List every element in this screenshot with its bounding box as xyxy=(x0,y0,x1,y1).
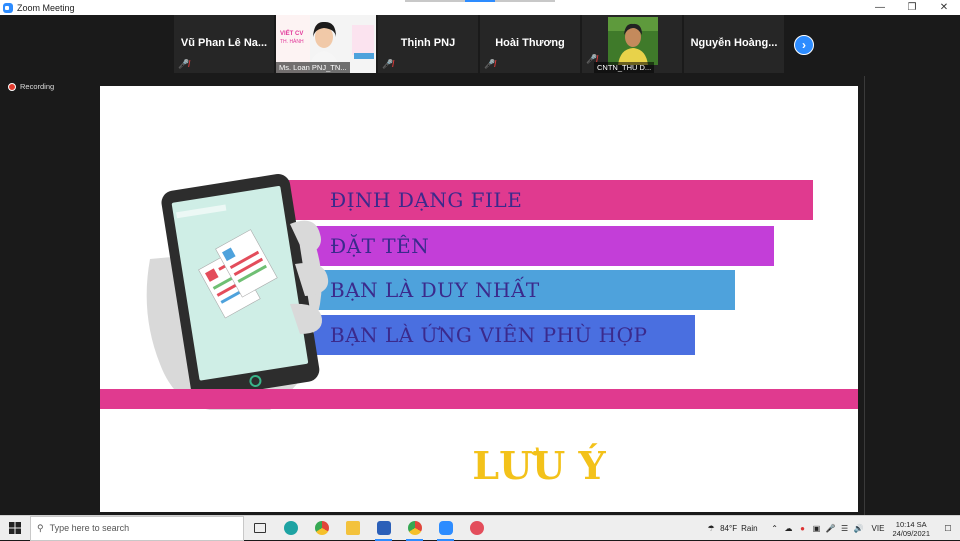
slide-bar-text: ĐỊNH DẠNG FILE xyxy=(330,188,523,212)
weather-icon: ☂ xyxy=(707,524,715,533)
paint-icon[interactable] xyxy=(461,516,492,541)
close-button[interactable]: ✕ xyxy=(928,0,960,15)
participant-name: Vũ Phan Lê Na... xyxy=(180,37,268,49)
participant-tile[interactable]: VIẾT CV TH. HÀNH Ms. Loan PNJ_TN... xyxy=(276,15,376,73)
zoom-logo-icon xyxy=(3,2,13,13)
restore-button[interactable]: ❐ xyxy=(896,0,928,15)
participant-name: Thịnh PNJ xyxy=(400,37,456,49)
recording-indicator[interactable]: Recording xyxy=(8,82,54,91)
participant-name: Nguyễn Hoàng... xyxy=(690,37,778,49)
search-placeholder: Type here to search xyxy=(49,523,130,533)
panel-splitter[interactable] xyxy=(864,76,865,516)
clock-time: 10:14 SA xyxy=(895,519,927,529)
weather-temp[interactable]: 84°F xyxy=(720,524,737,533)
muted-mic-icon: 🎤̸ xyxy=(484,59,496,69)
microphone-icon[interactable]: 🎤 xyxy=(826,524,836,534)
chrome-profile-icon[interactable] xyxy=(399,516,430,541)
participant-caption: Ms. Loan PNJ_TN... xyxy=(276,62,350,73)
svg-text:VIẾT CV: VIẾT CV xyxy=(280,30,303,37)
shared-slide: ĐỊNH DẠNG FILE ĐẶT TÊN BẠN LÀ DUY NHẤT B… xyxy=(100,86,858,512)
clock[interactable]: 10:14 SA 24/09/2021 xyxy=(892,520,930,538)
zoom-icon[interactable] xyxy=(430,516,461,541)
clock-date: 24/09/2021 xyxy=(892,528,930,538)
language-indicator[interactable]: VIE xyxy=(872,524,885,533)
top-progress-indicator xyxy=(405,0,555,2)
start-button[interactable] xyxy=(0,516,30,541)
participant-tile[interactable]: Nguyễn Hoàng... xyxy=(684,15,784,73)
system-tray: ☂ 84°F Rain ⌃ ☁ ● ▣ 🎤 ☰ 🔊 VIE 10:14 SA 2… xyxy=(706,516,960,541)
minimize-button[interactable]: — xyxy=(864,0,896,15)
word-icon[interactable] xyxy=(368,516,399,541)
participant-strip: Vũ Phan Lê Na... 🎤̸ VIẾT CV TH. HÀNH Ms.… xyxy=(0,15,960,75)
windows-logo-icon xyxy=(9,522,21,534)
slide-divider-bar xyxy=(100,389,858,409)
antivirus-icon[interactable]: ● xyxy=(798,524,808,534)
taskbar-search-box[interactable]: ⚲ Type here to search xyxy=(30,515,244,541)
weather-condition[interactable]: Rain xyxy=(741,524,757,533)
participant-name: Hoài Thương xyxy=(495,37,565,49)
svg-text:TH. HÀNH: TH. HÀNH xyxy=(280,38,304,45)
volume-icon[interactable]: 🔊 xyxy=(854,524,864,534)
slide-bar-text: BẠN LÀ ỨNG VIÊN PHÙ HỢP xyxy=(330,323,648,347)
slide-note-heading: LƯU Ý xyxy=(472,443,606,488)
slide-bar-text: ĐẶT TÊN xyxy=(330,234,430,258)
tablet-hand-illustration xyxy=(146,174,329,410)
participant-tile[interactable]: Thịnh PNJ 🎤̸ xyxy=(378,15,478,73)
record-dot-icon xyxy=(8,82,16,91)
edge-icon[interactable] xyxy=(275,516,306,541)
slide-bar-text: BẠN LÀ DUY NHẤT xyxy=(330,278,540,302)
wifi-icon[interactable]: ☰ xyxy=(840,524,850,534)
participant-tile[interactable]: 🎤̸ CNTN_THU D... xyxy=(582,15,682,73)
window-title: Zoom Meeting xyxy=(17,2,75,13)
notifications-icon[interactable]: ☐ xyxy=(942,524,954,534)
recording-label: Recording xyxy=(20,82,55,91)
muted-mic-icon: 🎤̸ xyxy=(178,59,190,69)
participant-tile[interactable]: Hoài Thương 🎤̸ xyxy=(480,15,580,73)
participant-tile[interactable]: Vũ Phan Lê Na... 🎤̸ xyxy=(174,15,274,73)
windows-taskbar: ⚲ Type here to search ☂ 84°F Rain ⌃ ☁ ● … xyxy=(0,515,960,541)
muted-mic-icon: 🎤̸ xyxy=(382,59,394,69)
network-icon[interactable]: ▣ xyxy=(812,524,822,534)
file-explorer-icon[interactable] xyxy=(337,516,368,541)
onedrive-icon[interactable]: ☁ xyxy=(784,524,794,534)
window-titlebar: Zoom Meeting — ❐ ✕ xyxy=(0,0,960,15)
chevron-up-icon[interactable]: ⌃ xyxy=(770,524,780,534)
slide-bar-1: ĐỊNH DẠNG FILE xyxy=(270,180,813,220)
next-participants-button[interactable]: › xyxy=(794,35,814,55)
search-icon: ⚲ xyxy=(37,522,44,533)
task-view-icon[interactable] xyxy=(244,516,275,541)
chrome-icon[interactable] xyxy=(306,516,337,541)
slide-bar-2: ĐẶT TÊN xyxy=(270,226,774,266)
participant-caption: CNTN_THU D... xyxy=(594,62,655,73)
